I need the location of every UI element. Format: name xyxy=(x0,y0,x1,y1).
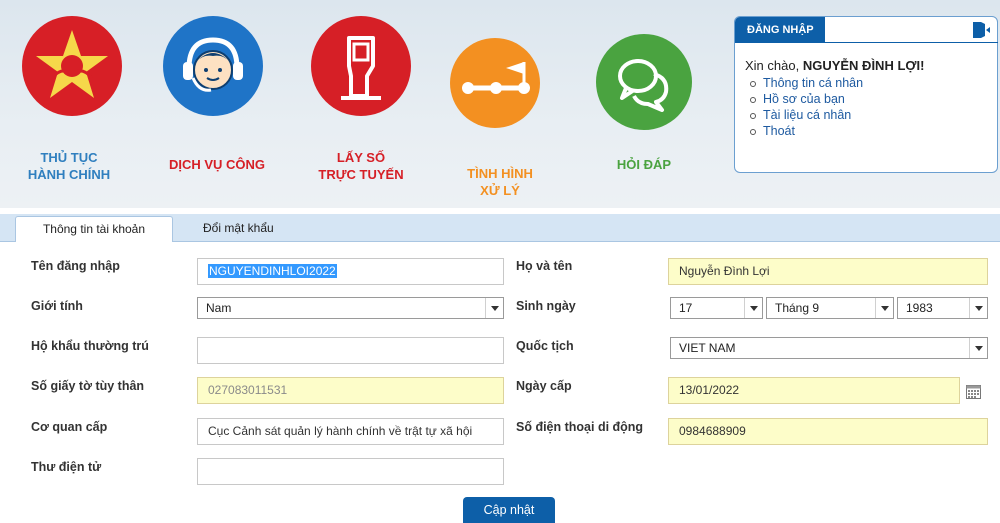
chevron-down-icon xyxy=(485,298,503,318)
header-banner: THỦ TỤC HÀNH CHÍNH DỊCH VỤ CÔNG LẤY SỐ T… xyxy=(0,0,1000,208)
phone-label: Số điện thoại di động xyxy=(516,420,644,434)
greeting-text: Xin chào, NGUYỄN ĐÌNH LỢI! xyxy=(745,58,924,73)
service-label-line1: THỦ TỤC xyxy=(40,150,98,165)
email-label: Thư điện tử xyxy=(31,460,102,474)
service-lay-so-truc-tuyen[interactable]: LẤY SỐ TRỰC TUYẾN xyxy=(305,10,425,190)
username-value: NGUYENDINHLOI2022 xyxy=(208,264,337,278)
phone-field[interactable]: 0984688909 xyxy=(668,418,988,445)
fullname-label: Họ và tên xyxy=(516,259,573,273)
link-personal-info[interactable]: Thông tin cá nhân xyxy=(749,75,863,91)
dob-day-select[interactable]: 17 xyxy=(670,297,763,319)
dob-month-select[interactable]: Tháng 9 xyxy=(766,297,894,319)
residence-field[interactable] xyxy=(197,337,504,364)
dob-year-select[interactable]: 1983 xyxy=(897,297,988,319)
service-hoi-dap[interactable]: HỎI ĐÁP xyxy=(592,10,702,190)
login-panel: ĐĂNG NHẬP Xin chào, NGUYỄN ĐÌNH LỢI! Thô… xyxy=(734,16,998,173)
headset-agent-icon xyxy=(163,16,263,116)
nationality-value: VIET NAM xyxy=(679,341,736,355)
gender-value: Nam xyxy=(206,301,232,315)
link-logout[interactable]: Thoát xyxy=(749,123,863,139)
login-divider xyxy=(825,42,998,43)
service-dich-vu-cong[interactable]: DỊCH VỤ CÔNG xyxy=(160,10,290,190)
dob-month-value: Tháng 9 xyxy=(775,301,820,315)
account-links: Thông tin cá nhân Hồ sơ của bạn Tài liệu… xyxy=(745,75,863,139)
chevron-down-icon xyxy=(744,298,762,318)
tab-bar: Thông tin tài khoản Đổi mật khẩu xyxy=(0,214,1000,242)
residence-label: Hộ khẩu thường trú xyxy=(31,339,149,353)
service-label-line2: HÀNH CHÍNH xyxy=(27,167,111,182)
user-name: NGUYỄN ĐÌNH LỢI! xyxy=(802,58,925,73)
gender-label: Giới tính xyxy=(31,299,83,313)
administrative-procedures-icon xyxy=(22,16,122,116)
nationality-label: Quốc tịch xyxy=(516,339,574,353)
chevron-down-icon xyxy=(875,298,893,318)
login-header: ĐĂNG NHẬP xyxy=(735,17,998,43)
chevron-down-icon xyxy=(969,338,987,358)
tab-account-info[interactable]: Thông tin tài khoản xyxy=(15,216,173,242)
service-label-line1: TÌNH HÌNH xyxy=(467,166,533,181)
chat-bubbles-icon xyxy=(596,34,692,130)
link-personal-documents[interactable]: Tài liệu cá nhân xyxy=(749,107,863,123)
service-label-line1: LẤY SỐ xyxy=(336,150,386,165)
issue-date-label: Ngày cấp xyxy=(516,379,572,393)
id-number-label: Số giấy tờ tùy thân xyxy=(31,379,145,393)
service-tinh-hinh-xu-ly[interactable]: TÌNH HÌNH XỬ LÝ xyxy=(450,10,560,198)
update-button[interactable]: Cập nhật xyxy=(463,497,555,523)
email-field[interactable] xyxy=(197,458,504,485)
gender-select[interactable]: Nam xyxy=(197,297,504,319)
dob-year-value: 1983 xyxy=(906,301,933,315)
dob-label: Sinh ngày xyxy=(516,299,576,313)
service-label-line1: HỎI ĐÁP xyxy=(616,157,672,172)
service-label-line2: TRỰC TUYẾN xyxy=(318,167,404,182)
fullname-field[interactable]: Nguyễn Đình Lợi xyxy=(668,258,988,285)
issuer-label: Cơ quan cấp xyxy=(31,420,108,434)
progress-flag-icon xyxy=(450,38,540,128)
calendar-icon[interactable] xyxy=(966,385,981,399)
logout-door-icon[interactable] xyxy=(973,22,991,38)
service-label-line1: DỊCH VỤ CÔNG xyxy=(168,157,266,172)
service-thu-tuc-hanh-chinh[interactable]: THỦ TỤC HÀNH CHÍNH xyxy=(18,10,128,190)
id-number-field[interactable]: 027083011531 xyxy=(197,377,504,404)
nationality-select[interactable]: VIET NAM xyxy=(670,337,988,359)
chevron-down-icon xyxy=(969,298,987,318)
login-tab: ĐĂNG NHẬP xyxy=(735,17,825,43)
username-label: Tên đăng nhập xyxy=(31,259,120,273)
greeting-prefix: Xin chào, xyxy=(745,58,800,73)
issuer-field[interactable]: Cục Cảnh sát quản lý hành chính về trật … xyxy=(197,418,504,445)
tab-change-password[interactable]: Đổi mật khẩu xyxy=(203,216,274,241)
issue-date-field[interactable]: 13/01/2022 xyxy=(668,377,960,404)
service-label-line2: XỬ LÝ xyxy=(480,183,520,198)
dob-day-value: 17 xyxy=(679,301,693,315)
link-my-records[interactable]: Hồ sơ của bạn xyxy=(749,91,863,107)
username-field[interactable]: NGUYENDINHLOI2022 xyxy=(197,258,504,285)
kiosk-icon xyxy=(311,16,411,116)
